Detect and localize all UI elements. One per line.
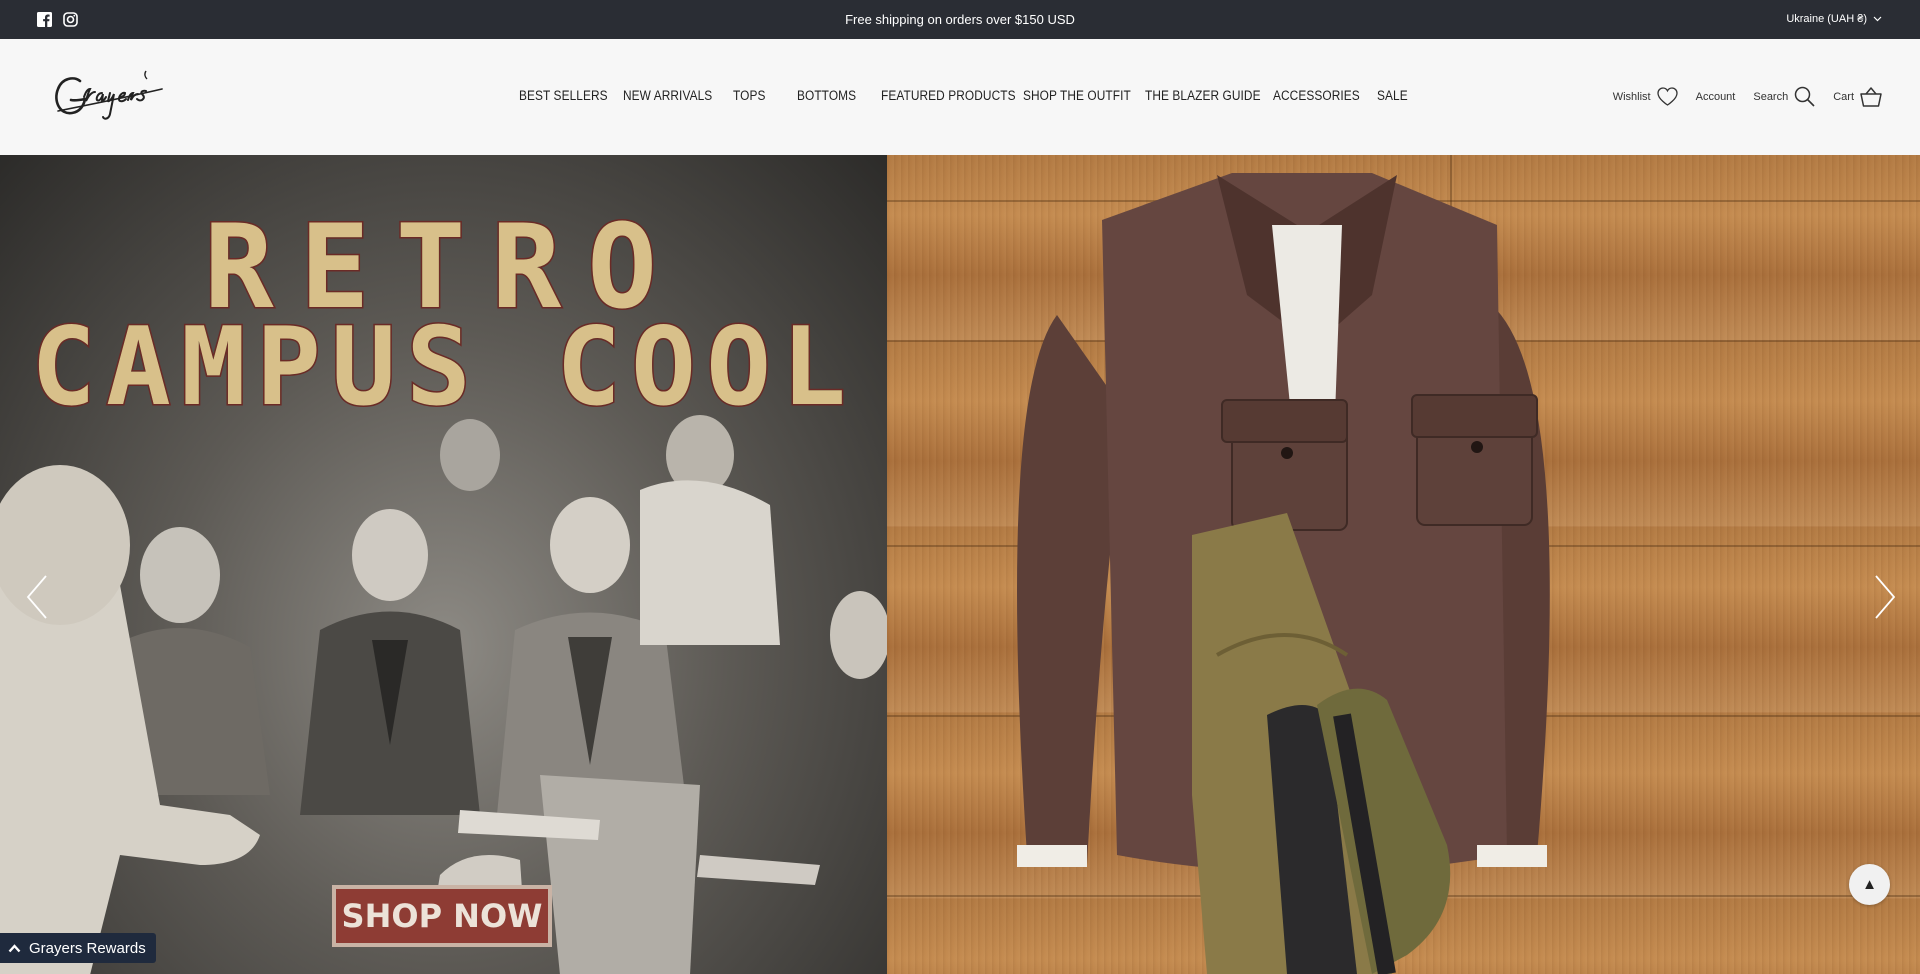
shop-now-button[interactable]: SHOP NOW	[332, 885, 552, 947]
account-link[interactable]: Account	[1696, 91, 1736, 103]
announcement-bar: Free shipping on orders over $150 USD Uk…	[0, 0, 1920, 39]
grayers-logo[interactable]	[50, 67, 168, 127]
rewards-label: Grayers Rewards	[29, 939, 146, 957]
search-label: Search	[1753, 90, 1789, 103]
nav-best-sellers[interactable]: BEST SELLERS	[519, 88, 611, 103]
wishlist-label: Wishlist	[1612, 90, 1651, 103]
cart-link[interactable]: Cart	[1833, 86, 1882, 107]
wishlist-link[interactable]: Wishlist	[1613, 87, 1678, 106]
slideshow-prev-arrow[interactable]	[22, 572, 52, 622]
vintage-classroom-image: RETRO CAMPUS COOL	[0, 155, 887, 974]
nav-featured-products[interactable]: FEATURED PRODUCTS	[881, 88, 1016, 103]
cart-label: Cart	[1833, 90, 1854, 103]
search-link[interactable]: Search	[1753, 86, 1815, 107]
region-selector[interactable]: Ukraine (UAH ₴)	[1786, 13, 1882, 25]
chevron-right-icon	[1875, 575, 1896, 619]
nav-sale[interactable]: SALE	[1377, 88, 1412, 103]
jacket-outfit-illustration	[1017, 173, 1550, 974]
nav-blazer-guide[interactable]: THE BLAZER GUIDE	[1145, 88, 1261, 103]
slideshow-next-arrow[interactable]	[1870, 572, 1900, 622]
outfit-flatlay-image	[887, 155, 1920, 974]
shipping-message: Free shipping on orders over $150 USD	[845, 12, 1075, 27]
arrow-up-icon: ▲	[1862, 876, 1877, 893]
rewards-launcher[interactable]: Grayers Rewards	[0, 933, 156, 963]
nav-tops[interactable]: TOPS	[733, 88, 789, 103]
nav-accessories[interactable]: ACCESSORIES	[1273, 88, 1365, 103]
site-header: BEST SELLERS NEW ARRIVALS TOPS BOTTOMS F…	[0, 39, 1920, 155]
scroll-to-top-button[interactable]: ▲	[1849, 864, 1890, 905]
region-label: Ukraine (UAH ₴)	[1786, 13, 1867, 25]
chevron-down-icon	[1873, 16, 1882, 22]
main-nav: BEST SELLERS NEW ARRIVALS TOPS BOTTOMS F…	[519, 88, 1417, 103]
nav-new-arrivals[interactable]: NEW ARRIVALS	[623, 88, 720, 103]
account-label: Account	[1695, 90, 1736, 103]
nav-bottoms[interactable]: BOTTOMS	[797, 88, 871, 103]
chevron-left-icon	[26, 575, 47, 619]
search-icon	[1794, 86, 1815, 107]
hero-slideshow: RETRO CAMPUS COOL SHOP NOW	[0, 155, 1920, 974]
chevron-up-icon	[8, 943, 21, 952]
nav-shop-the-outfit[interactable]: SHOP THE OUTFIT	[1023, 88, 1131, 103]
heart-icon	[1656, 87, 1678, 106]
hero-headline-line2: CAMPUS COOL	[29, 304, 857, 432]
header-utilities: Wishlist Account Search Cart	[1595, 86, 1882, 107]
basket-icon	[1860, 86, 1882, 107]
